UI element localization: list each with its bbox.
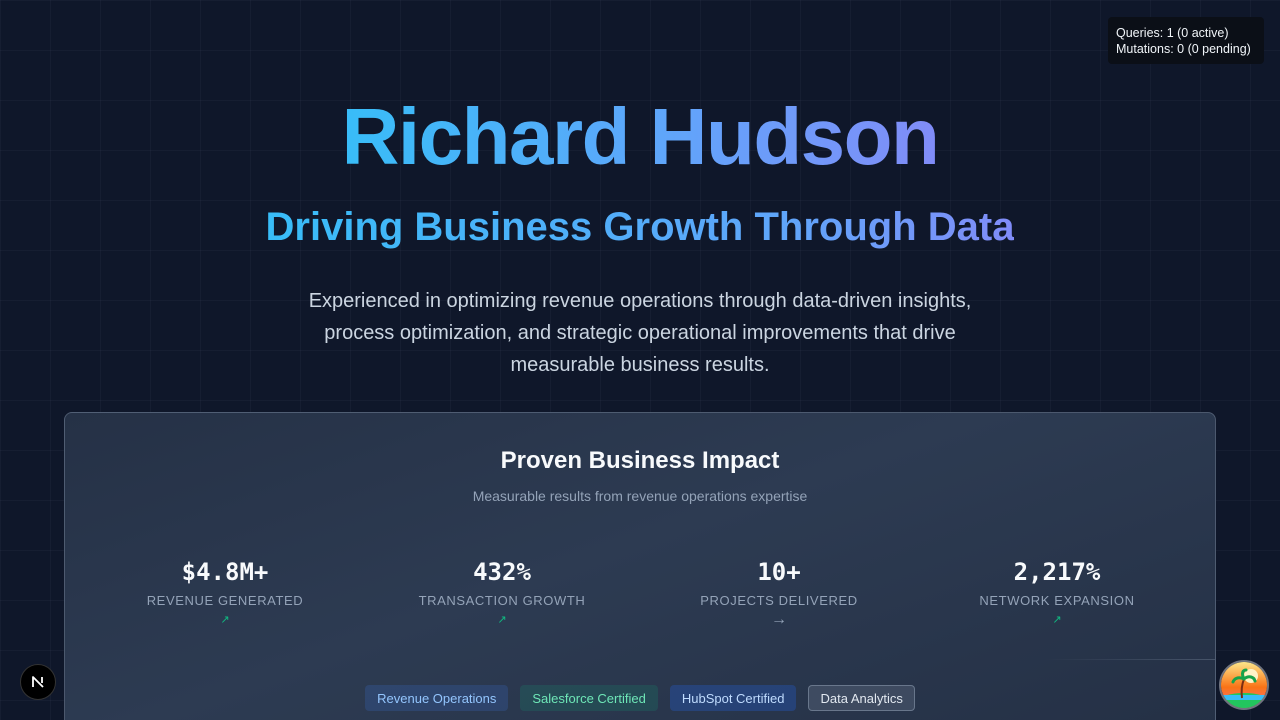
nextjs-devtools-button[interactable] xyxy=(20,664,56,700)
stat-value: 2,217% xyxy=(1013,558,1101,586)
query-devtools-panel[interactable]: Queries: 1 (0 active) Mutations: 0 (0 pe… xyxy=(1108,17,1264,64)
hero-name: Richard Hudson xyxy=(0,92,1280,182)
divider xyxy=(1045,659,1215,660)
hero-name-text: Richard Hudson xyxy=(341,92,940,181)
stat-projects: 10+ PROJECTS DELIVERED → xyxy=(639,557,919,628)
stat-transactions: 432% TRANSACTION GROWTH ↗ xyxy=(362,557,642,628)
stat-network: 2,217% NETWORK EXPANSION ↗ xyxy=(917,557,1197,628)
nextjs-logo-icon xyxy=(32,676,44,688)
stat-label: PROJECTS DELIVERED xyxy=(700,593,858,608)
stat-revenue: $4.8M+ REVENUE GENERATED ↗ xyxy=(85,557,365,628)
avatar-button[interactable] xyxy=(1219,660,1269,710)
stat-label: TRANSACTION GROWTH xyxy=(418,593,586,608)
impact-card: Proven Business Impact Measurable result… xyxy=(64,412,1216,720)
stat-label: REVENUE GENERATED xyxy=(146,593,304,608)
tag-revenue-operations[interactable]: Revenue Operations xyxy=(365,685,509,711)
stat-value: 432% xyxy=(473,558,531,586)
beach-avatar-icon xyxy=(1221,662,1267,708)
skill-tags: Revenue Operations Salesforce Certified … xyxy=(65,685,1215,711)
trend-up-icon: ↗ xyxy=(1052,614,1062,626)
impact-title: Proven Business Impact xyxy=(500,447,780,474)
stat-label: NETWORK EXPANSION xyxy=(979,593,1135,608)
trend-up-icon: ↗ xyxy=(220,614,230,626)
trend-flat-icon: → xyxy=(771,611,787,628)
impact-subtitle: Measurable results from revenue operatio… xyxy=(472,488,808,504)
tag-hubspot-certified[interactable]: HubSpot Certified xyxy=(669,685,797,711)
tag-salesforce-certified[interactable]: Salesforce Certified xyxy=(520,685,658,711)
stat-value: $4.8M+ xyxy=(181,558,269,586)
trend-up-icon: ↗ xyxy=(497,614,507,626)
mutations-status: Mutations: 0 (0 pending) xyxy=(1116,42,1251,56)
hero-description: Experienced in optimizing revenue operat… xyxy=(308,290,972,376)
tag-data-analytics[interactable]: Data Analytics xyxy=(808,685,915,711)
hero-tagline: Driving Business Growth Through Data xyxy=(0,204,1280,250)
queries-status: Queries: 1 (0 active) xyxy=(1116,26,1229,40)
hero-tagline-text: Driving Business Growth Through Data xyxy=(265,205,1015,249)
stat-value: 10+ xyxy=(757,558,801,586)
